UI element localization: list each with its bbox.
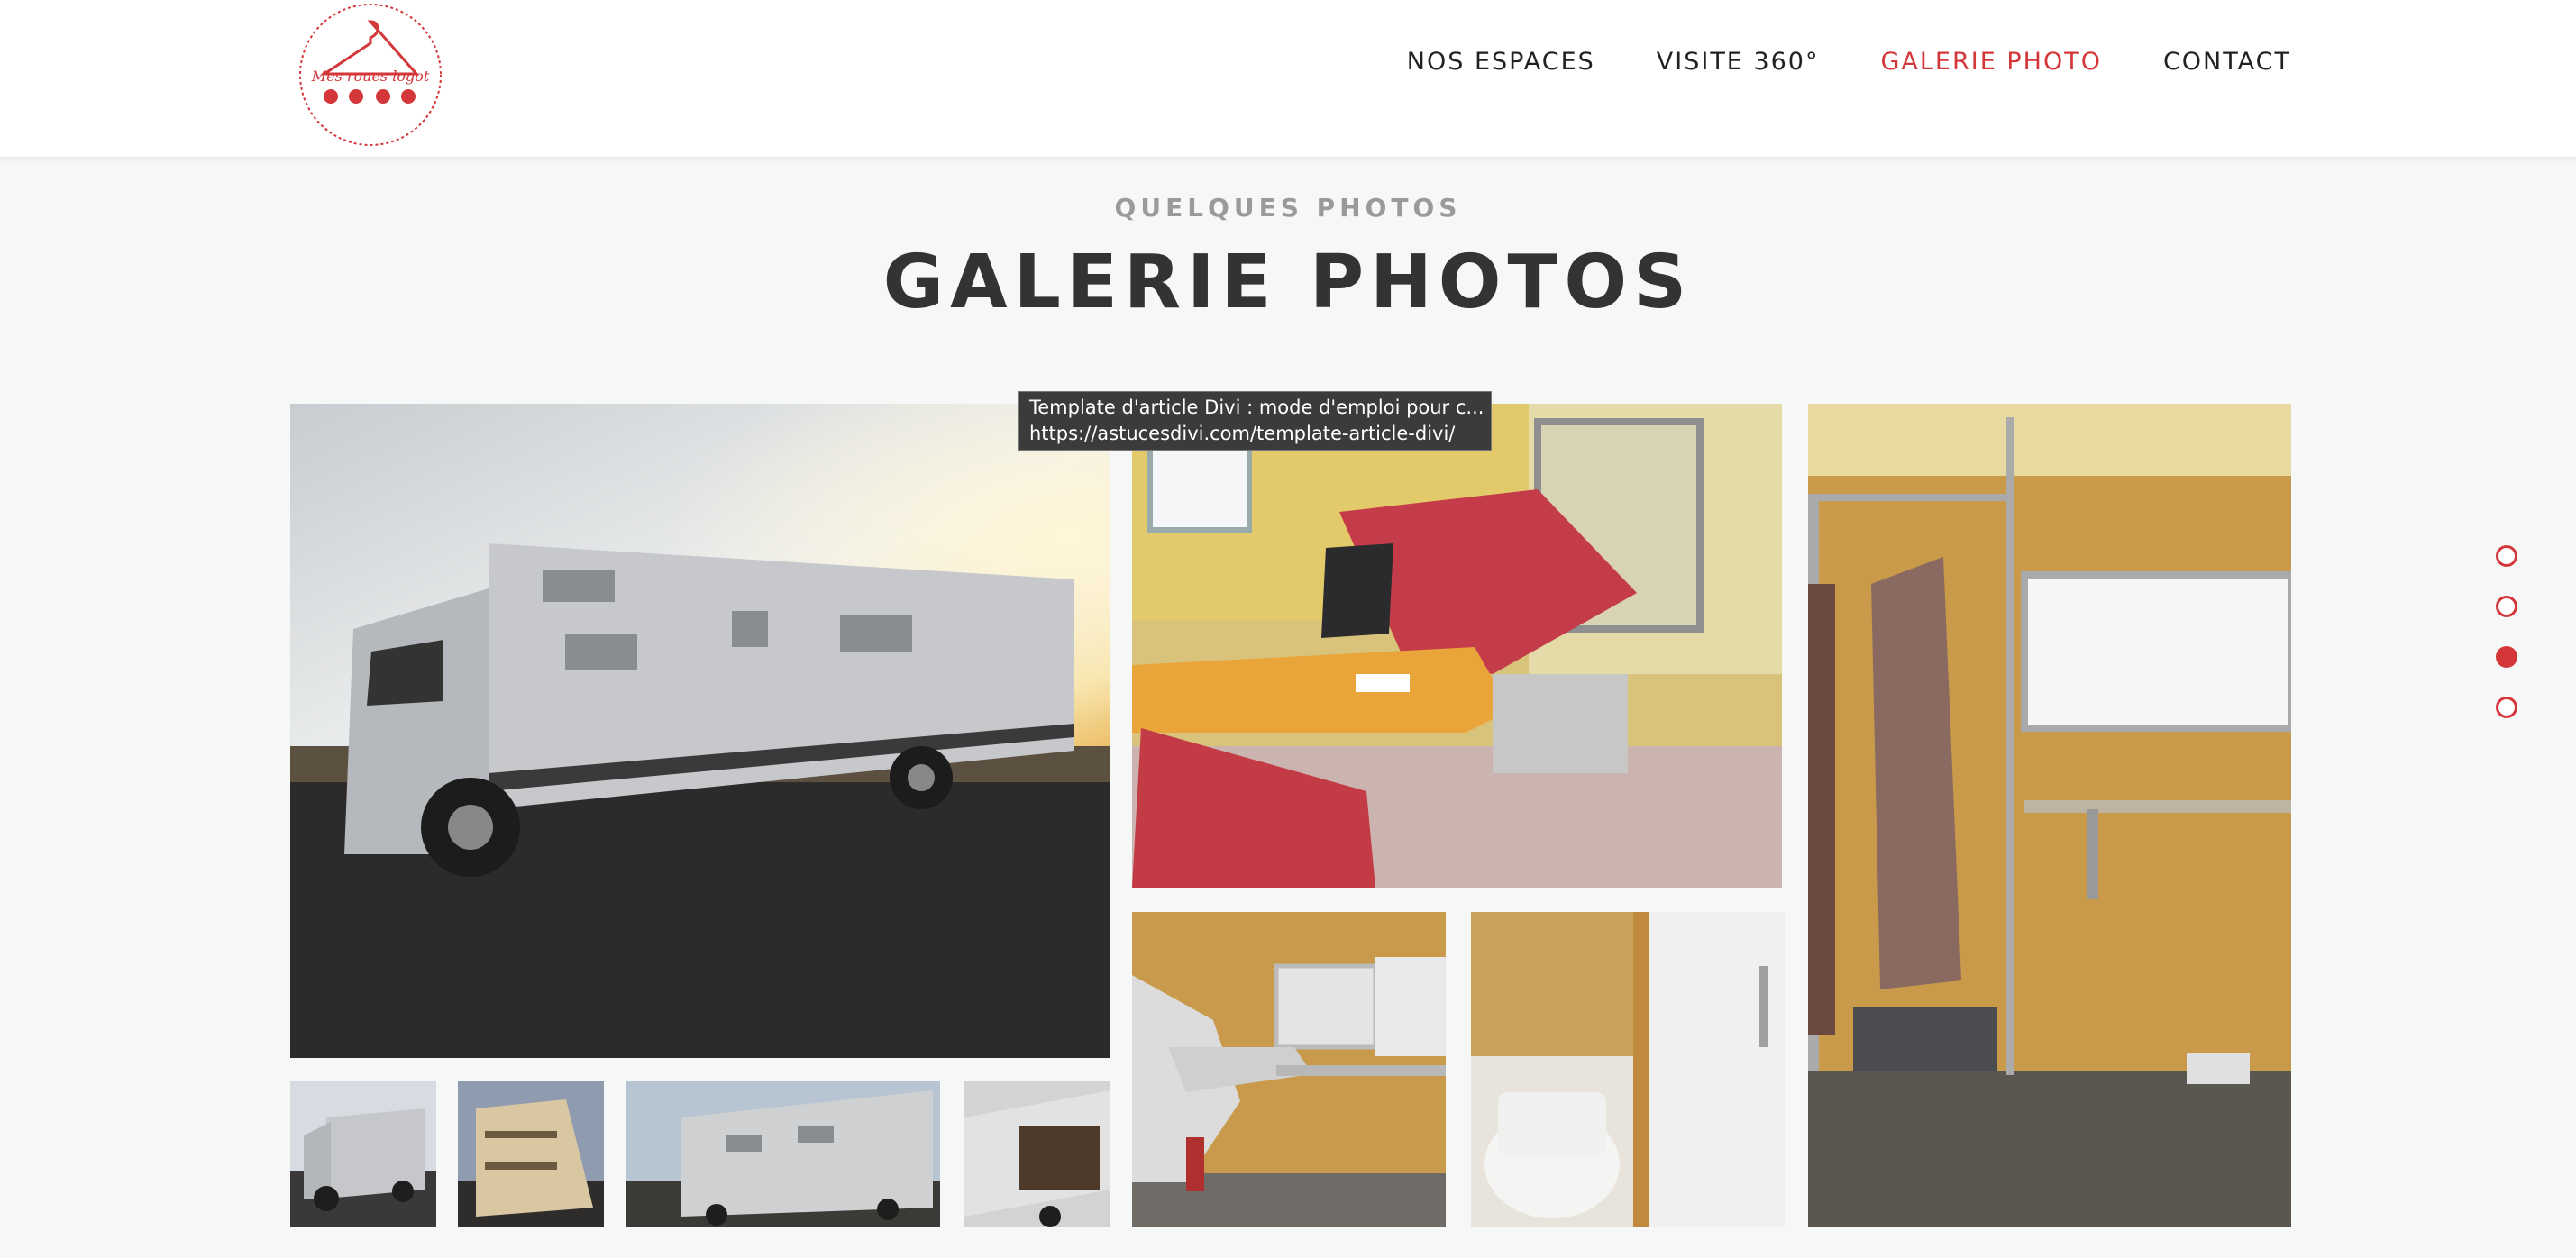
section-title: GALERIE PHOTOS [882,240,1694,325]
section-dot-1[interactable] [2496,545,2517,567]
link-tooltip: Template d'article Divi : mode d'emploi … [1018,391,1492,451]
truck-sunset-photo[interactable] [290,404,1110,1058]
thumb-truck-rear[interactable] [458,1081,604,1227]
section-dot-4[interactable] [2496,697,2517,718]
salon-chair-photo[interactable] [1132,912,1446,1227]
section-kicker: QUELQUES PHOTOS [1114,193,1462,223]
nav-item-contact[interactable]: CONTACT [2163,47,2291,77]
dining-table-photo[interactable] [1132,404,1782,888]
tooltip-url: https://astucesdivi.com/template-article… [1029,423,1456,444]
nav-item-nos-espaces[interactable]: NOS ESPACES [1407,47,1595,77]
nav-item-galerie-photo[interactable]: GALERIE PHOTO [1881,47,2102,77]
nav-item-visite-360[interactable]: VISITE 360° [1657,47,1820,77]
site-header: Mes roues logot NOS ESPACES VISITE 360° … [0,0,2576,157]
tooltip-title: Template d'article Divi : mode d'emploi … [1029,397,1484,418]
site-logo[interactable]: Mes roues logot [297,2,443,148]
section-dot-3[interactable] [2496,646,2517,668]
section-dot-nav [2496,545,2517,747]
logo-text: Mes roues logot [311,68,430,85]
toilet-room-photo[interactable] [1471,912,1785,1227]
thumb-truck-front[interactable] [290,1081,436,1227]
wardrobe-room-photo[interactable] [1808,404,2291,1227]
thumb-truck-open[interactable] [964,1081,1110,1227]
section-dot-2[interactable] [2496,596,2517,617]
thumb-truck-side[interactable] [626,1081,940,1227]
main-nav: NOS ESPACES VISITE 360° GALERIE PHOTO CO… [1346,47,2291,77]
